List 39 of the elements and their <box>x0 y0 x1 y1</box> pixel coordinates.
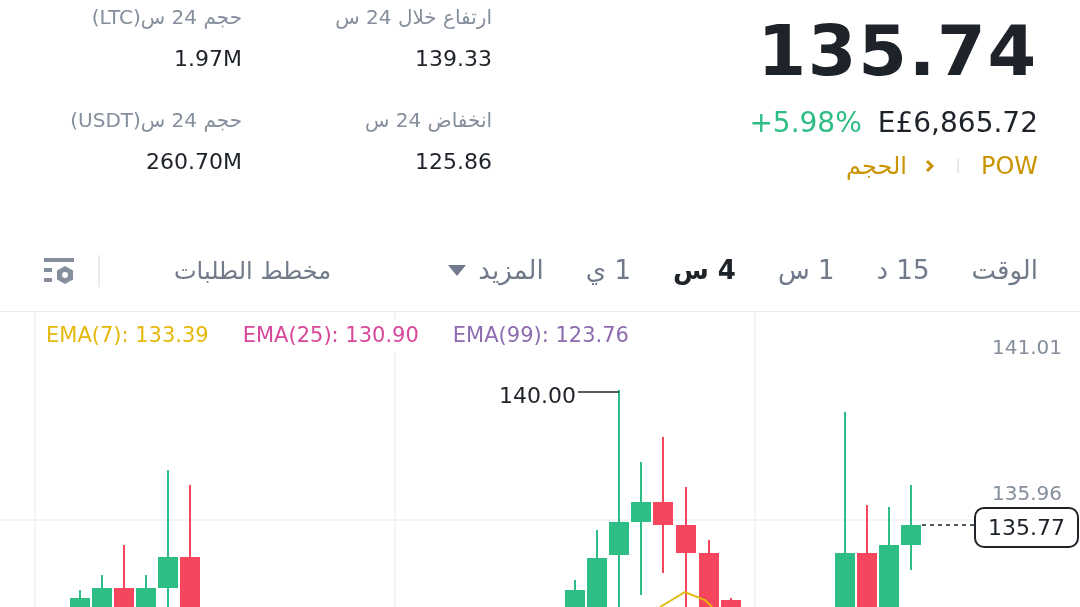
axis-label: 135.96 <box>992 480 1062 507</box>
interval-tab[interactable]: الوقت <box>971 251 1038 290</box>
stat-label: حجم 24 س(LTC) <box>90 4 242 31</box>
stat-label: ارتفاع خلال 24 س <box>334 4 492 31</box>
interval-tab[interactable]: 1 ي <box>585 251 631 290</box>
candle <box>699 539 719 607</box>
interval-tab[interactable]: 4 س <box>672 251 736 290</box>
candle <box>721 597 741 607</box>
depth-chart-tab[interactable]: مخطط الطلبات <box>174 252 332 289</box>
candle <box>114 544 134 607</box>
stat-value: 260.70M <box>146 148 242 176</box>
tag-label[interactable]: POW <box>980 148 1038 184</box>
high-price-label: 140.00 <box>499 382 576 410</box>
chevron-icon <box>924 159 935 173</box>
stat-value: 139.33 <box>415 45 492 73</box>
ema-legend: EMA(25): 130.90 <box>242 320 419 352</box>
volume-link[interactable]: الحجم <box>845 148 935 184</box>
fiat-price: E£6,865.72 <box>877 105 1038 141</box>
price-change: +5.98% <box>749 105 862 141</box>
candle <box>70 589 90 607</box>
stat-label: انخفاض 24 س <box>364 107 492 134</box>
stat-value: 125.86 <box>415 148 492 176</box>
interval-tab[interactable]: 15 د <box>876 251 930 290</box>
leader-line <box>577 391 620 393</box>
ema-legend: EMA(99): 123.76 <box>452 320 629 352</box>
candle <box>92 574 112 607</box>
stat-value: 1.97M <box>174 45 242 73</box>
interval-tab[interactable]: المزيد <box>448 251 544 290</box>
candle <box>565 579 585 607</box>
ema-legend: EMA(7): 133.39 <box>46 320 209 352</box>
last-price-marker: 135.77 <box>974 507 1079 548</box>
last-price: 135.74 <box>757 16 1038 86</box>
axis-label: 141.01 <box>992 334 1062 361</box>
stat-label: حجم 24 س(USDT) <box>69 107 242 134</box>
price-line <box>921 524 976 526</box>
ema-line <box>659 590 713 607</box>
interval-tab[interactable]: 1 س <box>777 251 835 290</box>
caret-icon <box>448 265 467 276</box>
candle <box>136 574 156 607</box>
